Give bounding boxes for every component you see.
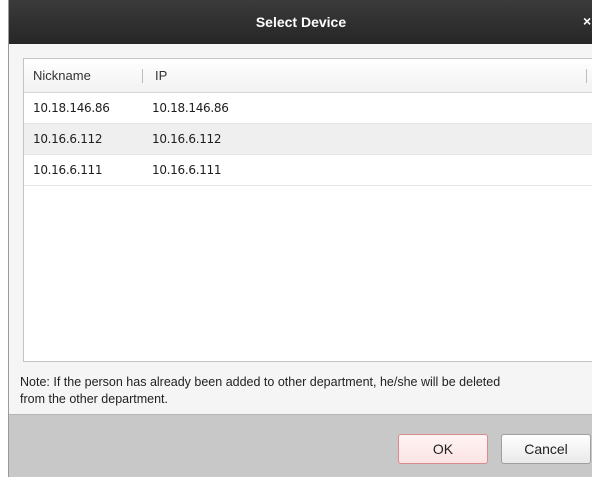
cell-ip: 10.16.6.111 (152, 163, 222, 177)
cell-nickname: 10.16.6.111 (33, 163, 103, 177)
title-bar[interactable]: Select Device × (9, 0, 592, 44)
dialog-content: Nickname IP 10.18.146.86 10.18.146.86 10… (9, 44, 592, 414)
column-separator[interactable] (586, 69, 587, 83)
table-row[interactable]: 10.16.6.112 10.16.6.112 (24, 124, 592, 155)
column-header-ip[interactable]: IP (155, 59, 455, 93)
table-row[interactable]: 10.18.146.86 10.18.146.86 (24, 93, 592, 124)
select-device-dialog: Select Device × Nickname IP 10.18.146.86… (8, 0, 592, 477)
table-header: Nickname IP (24, 59, 592, 93)
device-table: Nickname IP 10.18.146.86 10.18.146.86 10… (23, 58, 592, 362)
note-line-2: from the other department. (20, 392, 168, 406)
dialog-title: Select Device (255, 14, 347, 30)
note-text: Note: If the person has already been add… (20, 374, 592, 408)
column-separator[interactable] (142, 69, 143, 83)
cell-nickname: 10.16.6.112 (33, 132, 103, 146)
dialog-footer: OK Cancel (9, 414, 592, 477)
ok-button[interactable]: OK (398, 434, 488, 464)
cell-nickname: 10.18.146.86 (33, 101, 110, 115)
cell-ip: 10.16.6.112 (152, 132, 222, 146)
cancel-button[interactable]: Cancel (501, 434, 591, 464)
note-line-1: Note: If the person has already been add… (20, 375, 501, 389)
table-row[interactable]: 10.16.6.111 10.16.6.111 (24, 155, 592, 186)
cell-ip: 10.18.146.86 (152, 101, 229, 115)
close-icon[interactable]: × (583, 13, 592, 29)
column-header-nickname[interactable]: Nickname (33, 59, 143, 93)
